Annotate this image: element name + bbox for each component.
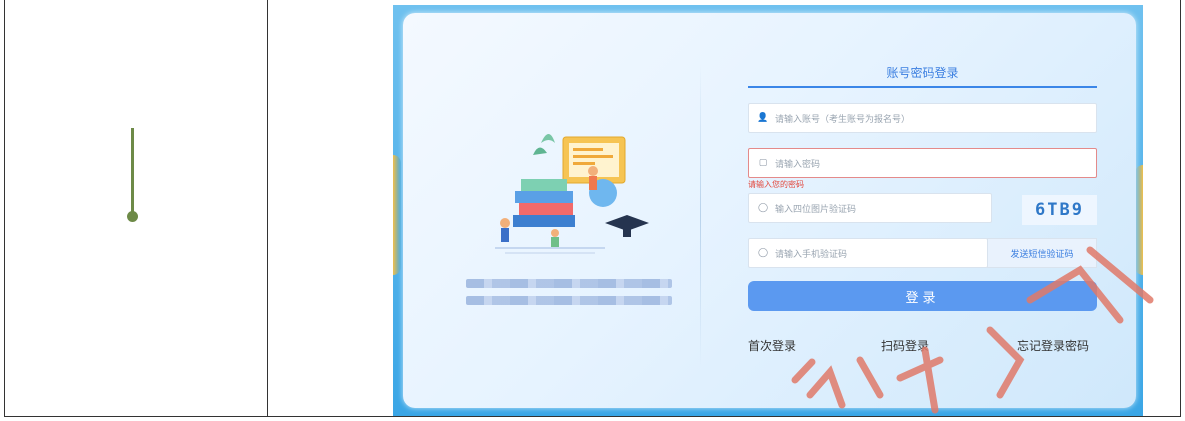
sms-placeholder: 请输入手机验证码 (775, 249, 848, 260)
pin-graphic (126, 128, 140, 224)
login-card: 账号密码登录 👤 请输入账号（考生账号为报名号） ▢ 请输入密码 请输入您的密码… (403, 13, 1136, 408)
password-placeholder: 请输入密码 (775, 159, 821, 170)
captcha-input[interactable]: ◯ 输入四位图片验证码 (748, 193, 992, 223)
captcha-image[interactable]: 6TB9 (1022, 195, 1097, 225)
shield-icon: ◯ (757, 203, 769, 213)
lock-icon: ▢ (758, 158, 768, 168)
password-error-message: 请输入您的密码 (748, 180, 804, 189)
card-divider (700, 63, 701, 369)
tab-account-login[interactable]: 账号密码登录 (748, 64, 1097, 81)
shield-icon: ◯ (757, 248, 769, 258)
account-placeholder: 请输入账号（考生账号为报名号） (775, 114, 911, 125)
forgot-password-link[interactable]: 忘记登录密码 (1017, 337, 1089, 354)
password-input[interactable]: ▢ 请输入密码 (748, 148, 1097, 178)
first-login-link[interactable]: 首次登录 (748, 337, 796, 354)
captcha-placeholder: 输入四位图片验证码 (775, 204, 857, 215)
user-icon: 👤 (757, 113, 769, 123)
right-edge-decoration (1135, 165, 1143, 275)
blurred-text-line (466, 296, 672, 305)
pin-stem (131, 128, 134, 214)
education-illustration (485, 123, 660, 258)
left-edge-decoration (393, 155, 401, 275)
send-sms-button[interactable]: 发送短信验证码 (987, 238, 1097, 268)
tab-underline (748, 86, 1097, 88)
login-button[interactable]: 登录 (748, 281, 1097, 311)
column-divider (267, 0, 268, 417)
login-screenshot: 账号密码登录 👤 请输入账号（考生账号为报名号） ▢ 请输入密码 请输入您的密码… (393, 5, 1143, 416)
pin-head (127, 211, 138, 222)
blurred-text-line (466, 279, 672, 288)
account-input[interactable]: 👤 请输入账号（考生账号为报名号） (748, 103, 1097, 133)
scan-login-link[interactable]: 扫码登录 (881, 337, 929, 354)
sms-code-input[interactable]: ◯ 请输入手机验证码 (748, 238, 988, 268)
